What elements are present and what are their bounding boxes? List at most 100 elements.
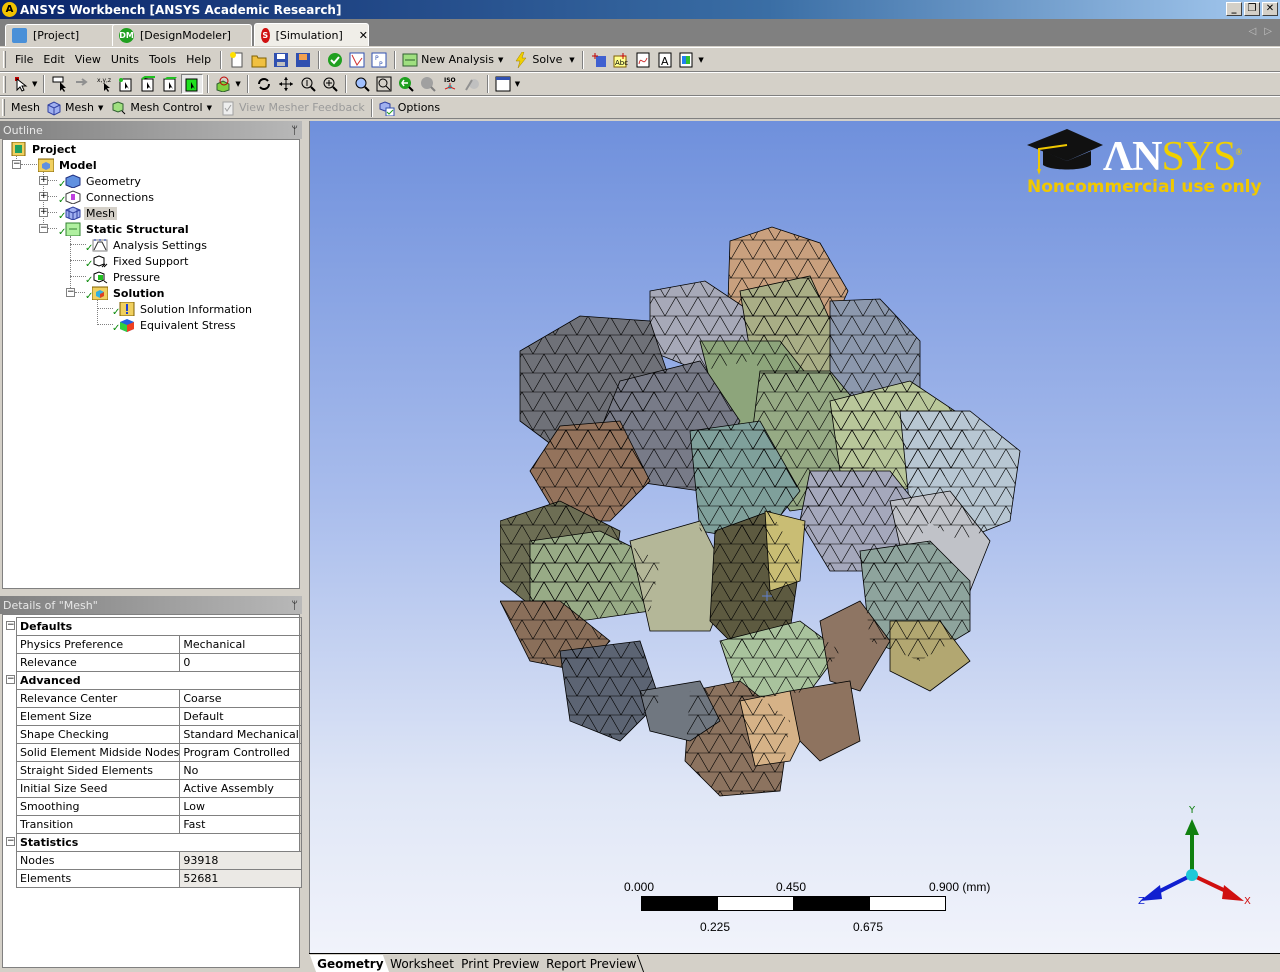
view-mesher-feedback-button[interactable]: View Mesher Feedback xyxy=(218,98,367,118)
tab-project[interactable]: [Project] xyxy=(5,24,122,46)
contour-button[interactable]: ▼ xyxy=(676,50,705,70)
select-mode-button[interactable]: ▼ xyxy=(10,74,39,94)
detail-row-relevance-center[interactable]: Relevance Center Coarse xyxy=(15,689,302,708)
label-select-button[interactable] xyxy=(49,74,71,94)
detail-row-element-size[interactable]: Element Size Default xyxy=(15,707,302,726)
extend-selection-button[interactable]: ▼ xyxy=(213,74,242,94)
tab-scroll-right-icon[interactable]: ▷ xyxy=(1264,26,1272,37)
collapse-statistics-icon[interactable]: − xyxy=(6,837,15,846)
group-advanced[interactable]: Advanced xyxy=(16,671,302,690)
expand-connections-button[interactable]: + xyxy=(39,192,48,201)
toolbar-grip[interactable] xyxy=(2,99,5,116)
select-edge-button[interactable] xyxy=(137,74,159,94)
pin-icon[interactable]: ᛘ xyxy=(291,599,298,612)
tree-item-model[interactable]: Model xyxy=(37,157,99,173)
detail-row-relevance[interactable]: Relevance 0 xyxy=(15,653,302,672)
element-size-value[interactable]: Default xyxy=(179,707,302,726)
collapse-advanced-icon[interactable]: − xyxy=(6,675,15,684)
tree-item-fixed-support[interactable]: ✓ Fixed Support xyxy=(85,253,191,271)
options-button[interactable]: Options xyxy=(377,98,442,118)
tree-item-analysis-settings[interactable]: ✓ Analysis Settings xyxy=(85,237,209,255)
detail-row-initial-size-seed[interactable]: Initial Size Seed Active Assembly xyxy=(15,779,302,798)
collapse-model-button[interactable]: − xyxy=(12,160,21,169)
box-zoom-button[interactable] xyxy=(319,74,341,94)
magnifier-button[interactable] xyxy=(373,74,395,94)
rotate-button[interactable] xyxy=(253,74,275,94)
menu-edit[interactable]: Edit xyxy=(38,53,69,66)
collapse-defaults-icon[interactable]: − xyxy=(6,621,15,630)
check-button[interactable] xyxy=(324,50,346,70)
relevance-value[interactable]: 0 xyxy=(179,653,302,672)
shape-checking-value[interactable]: Standard Mechanical xyxy=(179,725,302,744)
menu-file[interactable]: File xyxy=(10,53,38,66)
tab-worksheet[interactable]: Worksheet xyxy=(383,955,463,972)
menu-units[interactable]: Units xyxy=(106,53,144,66)
coordinate-select-button[interactable]: x,y,z xyxy=(93,74,115,94)
zoom-to-fit-button[interactable] xyxy=(351,74,373,94)
detail-row-shape-checking[interactable]: Shape Checking Standard Mechanical xyxy=(15,725,302,744)
axis-triad[interactable]: Y X Z xyxy=(1120,801,1260,921)
group-statistics[interactable]: Statistics xyxy=(16,833,302,852)
tab-print-preview[interactable]: Print Preview xyxy=(453,955,548,972)
relevance-center-value[interactable]: Coarse xyxy=(179,689,302,708)
mesh-dropdown-button[interactable]: Mesh ▼ xyxy=(44,98,105,118)
menu-help[interactable]: Help xyxy=(181,53,216,66)
group-defaults[interactable]: Defaults xyxy=(16,617,302,636)
tab-designmodeler[interactable]: DM [DesignModeler] xyxy=(112,24,252,46)
panel-splitter[interactable] xyxy=(302,121,309,971)
detail-row-transition[interactable]: Transition Fast xyxy=(15,815,302,834)
tab-scroll-left-icon[interactable]: ◁ xyxy=(1249,26,1257,37)
expand-mesh-button[interactable]: + xyxy=(39,208,48,217)
next-view-button[interactable] xyxy=(417,74,439,94)
detail-row-midside-nodes[interactable]: Solid Element Midside Nodes Program Contr… xyxy=(15,743,302,762)
zoom-button[interactable] xyxy=(297,74,319,94)
toolbar-grip[interactable] xyxy=(3,75,6,93)
collapse-static-structural-button[interactable]: − xyxy=(39,224,48,233)
save-as-button[interactable] xyxy=(292,50,314,70)
new-analysis-button[interactable]: New Analysis ▼ xyxy=(400,50,505,70)
midside-nodes-value[interactable]: Program Controlled xyxy=(179,743,302,762)
pin-icon[interactable]: ᛘ xyxy=(291,124,298,137)
tree-item-pressure[interactable]: ✓ Pressure xyxy=(85,269,162,287)
graph-button[interactable] xyxy=(632,50,654,70)
menu-view[interactable]: View xyxy=(70,53,106,66)
graphics-viewport[interactable]: ΛNSYS® Noncommercial use only 0.000 0.45… xyxy=(309,121,1280,953)
tree-item-project[interactable]: Project xyxy=(11,141,78,157)
isometric-view-button[interactable]: ISO xyxy=(439,74,461,94)
tree-item-solution-information[interactable]: ✓ Solution Information xyxy=(112,301,254,318)
tab-report-preview[interactable]: Report Preview xyxy=(539,955,645,972)
smoothing-value[interactable]: Low xyxy=(179,797,302,816)
close-button[interactable]: ✕ xyxy=(1262,2,1278,16)
detail-row-physics-preference[interactable]: Physics Preference Mechanical xyxy=(15,635,302,654)
tab-geometry[interactable]: Geometry xyxy=(309,955,392,972)
open-button[interactable] xyxy=(248,50,270,70)
new-file-button[interactable] xyxy=(226,50,248,70)
select-body-button[interactable] xyxy=(181,74,204,94)
initial-size-seed-value[interactable]: Active Assembly xyxy=(179,779,302,798)
solve-button[interactable]: Solve xyxy=(511,50,564,70)
viewport-layout-button[interactable]: ▼ xyxy=(493,74,522,94)
menu-tools[interactable]: Tools xyxy=(144,53,181,66)
minimize-button[interactable]: _ xyxy=(1226,2,1242,16)
tree-item-static-structural[interactable]: ✓ Static Structural xyxy=(58,221,191,238)
detail-row-straight-sided[interactable]: Straight Sided Elements No xyxy=(15,761,302,780)
tab-close-icon[interactable]: ✕ xyxy=(359,29,368,42)
pan-button[interactable] xyxy=(275,74,297,94)
text-button[interactable]: A xyxy=(654,50,676,70)
tree-item-geometry[interactable]: ✓ Geometry xyxy=(58,173,143,190)
select-face-button[interactable] xyxy=(159,74,181,94)
solve-dropdown[interactable]: ▼ xyxy=(564,50,578,70)
collapse-solution-button[interactable]: − xyxy=(66,288,75,297)
detail-row-smoothing[interactable]: Smoothing Low xyxy=(15,797,302,816)
expand-geometry-button[interactable]: + xyxy=(39,176,48,185)
save-button[interactable] xyxy=(270,50,292,70)
restore-button[interactable]: ❐ xyxy=(1244,2,1260,16)
tree-item-solution[interactable]: ✓ Solution xyxy=(85,285,167,302)
tree-item-mesh[interactable]: ✓ Mesh xyxy=(58,205,117,222)
tab-simulation[interactable]: S [Simulation] ✕ xyxy=(254,23,369,46)
new-section-plane-button[interactable] xyxy=(588,50,610,70)
toolbar-grip[interactable] xyxy=(3,51,6,68)
tree-item-equivalent-stress[interactable]: ✓ Equivalent Stress xyxy=(112,317,238,335)
set-view-button[interactable] xyxy=(461,74,483,94)
select-vertex-button[interactable] xyxy=(115,74,137,94)
